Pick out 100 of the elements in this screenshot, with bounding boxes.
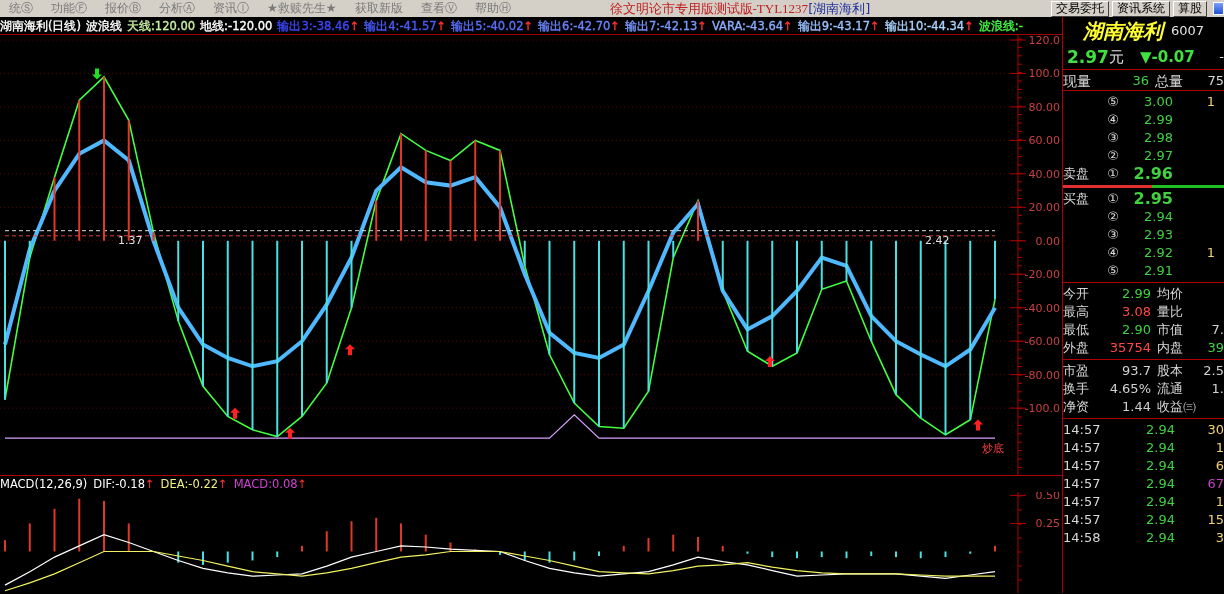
axis-label: 100.0 xyxy=(1028,67,1060,81)
field-label: 流通 xyxy=(1157,380,1184,398)
trade-price: 2.94 xyxy=(1145,529,1175,547)
order-price: 2.99 xyxy=(1143,111,1173,129)
order-price: 3.00 xyxy=(1143,93,1173,111)
indicator-value: 天线:120.00 xyxy=(127,19,196,33)
indicator-value: DIF:-0.18↑ xyxy=(93,477,155,491)
order-volume: 1 xyxy=(1205,93,1216,111)
indicator-value: 输出10:-44.34↑ xyxy=(884,19,974,33)
order-level: ③ xyxy=(1106,226,1120,244)
field-value: 2.99 xyxy=(1121,285,1151,303)
indicator-value: MACD(12,26,9) xyxy=(0,477,88,491)
axis-label: 20.00 xyxy=(1028,201,1060,215)
order-level: ① xyxy=(1106,190,1120,208)
order-price: 2.97 xyxy=(1143,147,1173,165)
indicator-value: VARA:-43.64↑ xyxy=(711,19,793,33)
axis-label: 60.00 xyxy=(1028,134,1060,148)
trade-time: 14:57 xyxy=(1063,493,1102,511)
indicator-value: 波浪线:- xyxy=(978,19,1023,33)
order-price: 2.95 xyxy=(1132,190,1173,208)
field-value: 75 xyxy=(1207,72,1224,90)
app-title: 徐文明论市专用版测试版-TYL1237 xyxy=(609,0,809,17)
field-label: 今开 xyxy=(1063,285,1090,303)
axis-label: 0.25 xyxy=(1035,517,1060,531)
field-label: 最高 xyxy=(1063,303,1090,321)
trade-volume: 1 xyxy=(1214,439,1224,457)
field-value: 2.5 xyxy=(1202,362,1224,380)
order-level: ④ xyxy=(1106,244,1120,262)
price-change-tail: - xyxy=(1219,48,1224,66)
indicator-value: 输出9:-43.17↑ xyxy=(797,19,880,33)
field-value: 35754 xyxy=(1108,339,1151,357)
order-price: 2.94 xyxy=(1143,208,1173,226)
trade-price: 2.94 xyxy=(1145,475,1175,493)
field-value: 36 xyxy=(1131,72,1149,90)
axis-label: -40.00 xyxy=(1024,301,1060,315)
trade-volume: 3 xyxy=(1214,529,1224,547)
field-value: 1.44 xyxy=(1121,398,1151,416)
chart-label: 炒底 xyxy=(982,442,1004,456)
order-level: ⑤ xyxy=(1106,262,1120,280)
trade-price: 2.94 xyxy=(1145,439,1175,457)
field-label: 股本 xyxy=(1157,362,1184,380)
trade-time: 14:58 xyxy=(1063,529,1102,547)
field-label: 净资 xyxy=(1063,398,1090,416)
field-label: 外盘 xyxy=(1063,339,1090,357)
field-label: 现量 xyxy=(1063,72,1092,90)
indicator-value: 输出7:-42.13↑ xyxy=(625,19,707,33)
field-value: 4.65% xyxy=(1108,380,1151,398)
indicator-value: 输出4:-41.57↑ xyxy=(364,19,447,33)
axis-label: 120.0 xyxy=(1028,35,1060,47)
indicator-value: 波浪线 xyxy=(86,19,122,33)
order-volume: 1 xyxy=(1205,244,1216,262)
field-label: 量比 xyxy=(1157,303,1184,321)
field-value: 7. xyxy=(1210,321,1224,339)
order-side-label: 买盘 xyxy=(1063,190,1090,208)
order-level: ④ xyxy=(1106,111,1120,129)
trade-price: 2.94 xyxy=(1145,457,1175,475)
order-price: 2.92 xyxy=(1143,244,1173,262)
order-level: ③ xyxy=(1106,129,1120,147)
indicator-value: DEA:-0.22↑ xyxy=(160,477,228,491)
trade-volume: 30 xyxy=(1206,421,1224,439)
axis-label: 80.00 xyxy=(1028,100,1060,114)
trade-time: 14:57 xyxy=(1063,457,1102,475)
field-value: 1. xyxy=(1210,380,1224,398)
axis-label: 40.00 xyxy=(1028,167,1060,181)
field-label: 最低 xyxy=(1063,321,1090,339)
order-price: 2.98 xyxy=(1143,129,1173,147)
order-level: ② xyxy=(1106,208,1120,226)
order-level: ⑤ xyxy=(1106,93,1120,111)
trade-volume: 1 xyxy=(1214,493,1224,511)
trade-price: 2.94 xyxy=(1145,421,1175,439)
trade-time: 14:57 xyxy=(1063,511,1102,529)
trade-volume: 15 xyxy=(1206,511,1224,529)
field-label: 市值 xyxy=(1157,321,1184,339)
indicator-value: 地线:-120.00 xyxy=(200,19,273,33)
indicator-value: 输出5:-40.02↑ xyxy=(451,19,534,33)
stock-code: 6007 xyxy=(1171,22,1205,40)
indicator-value: 湖南海利(日线) xyxy=(0,19,81,33)
axis-label: 0.00 xyxy=(1035,234,1060,248)
field-label: 市盈 xyxy=(1063,362,1090,380)
trade-volume: 67 xyxy=(1206,475,1224,493)
field-label: 总量 xyxy=(1155,72,1183,90)
price-unit: 元 xyxy=(1108,48,1124,66)
order-side-label: 卖盘 xyxy=(1063,165,1090,183)
field-value: 93.7 xyxy=(1121,362,1151,380)
trade-time: 14:57 xyxy=(1063,421,1102,439)
order-price: 2.96 xyxy=(1132,165,1173,183)
order-price: 2.91 xyxy=(1143,262,1173,280)
chart-label: 1.37 xyxy=(118,233,143,247)
axis-label: 0.50 xyxy=(1035,492,1060,503)
price-change: ▼-0.07 xyxy=(1139,48,1195,66)
stock-title: [湖南海利] xyxy=(808,0,871,17)
field-label: 内盘 xyxy=(1157,339,1184,357)
axis-label: -80.00 xyxy=(1024,368,1060,382)
field-value: 2.90 xyxy=(1121,321,1151,339)
order-price: 2.93 xyxy=(1143,226,1173,244)
field-label: 收益㈢ xyxy=(1157,398,1197,416)
axis-label: -60.00 xyxy=(1024,335,1060,349)
trade-volume: 6 xyxy=(1214,457,1224,475)
axis-label: -100.0 xyxy=(1024,402,1060,416)
trade-time: 14:57 xyxy=(1063,475,1102,493)
